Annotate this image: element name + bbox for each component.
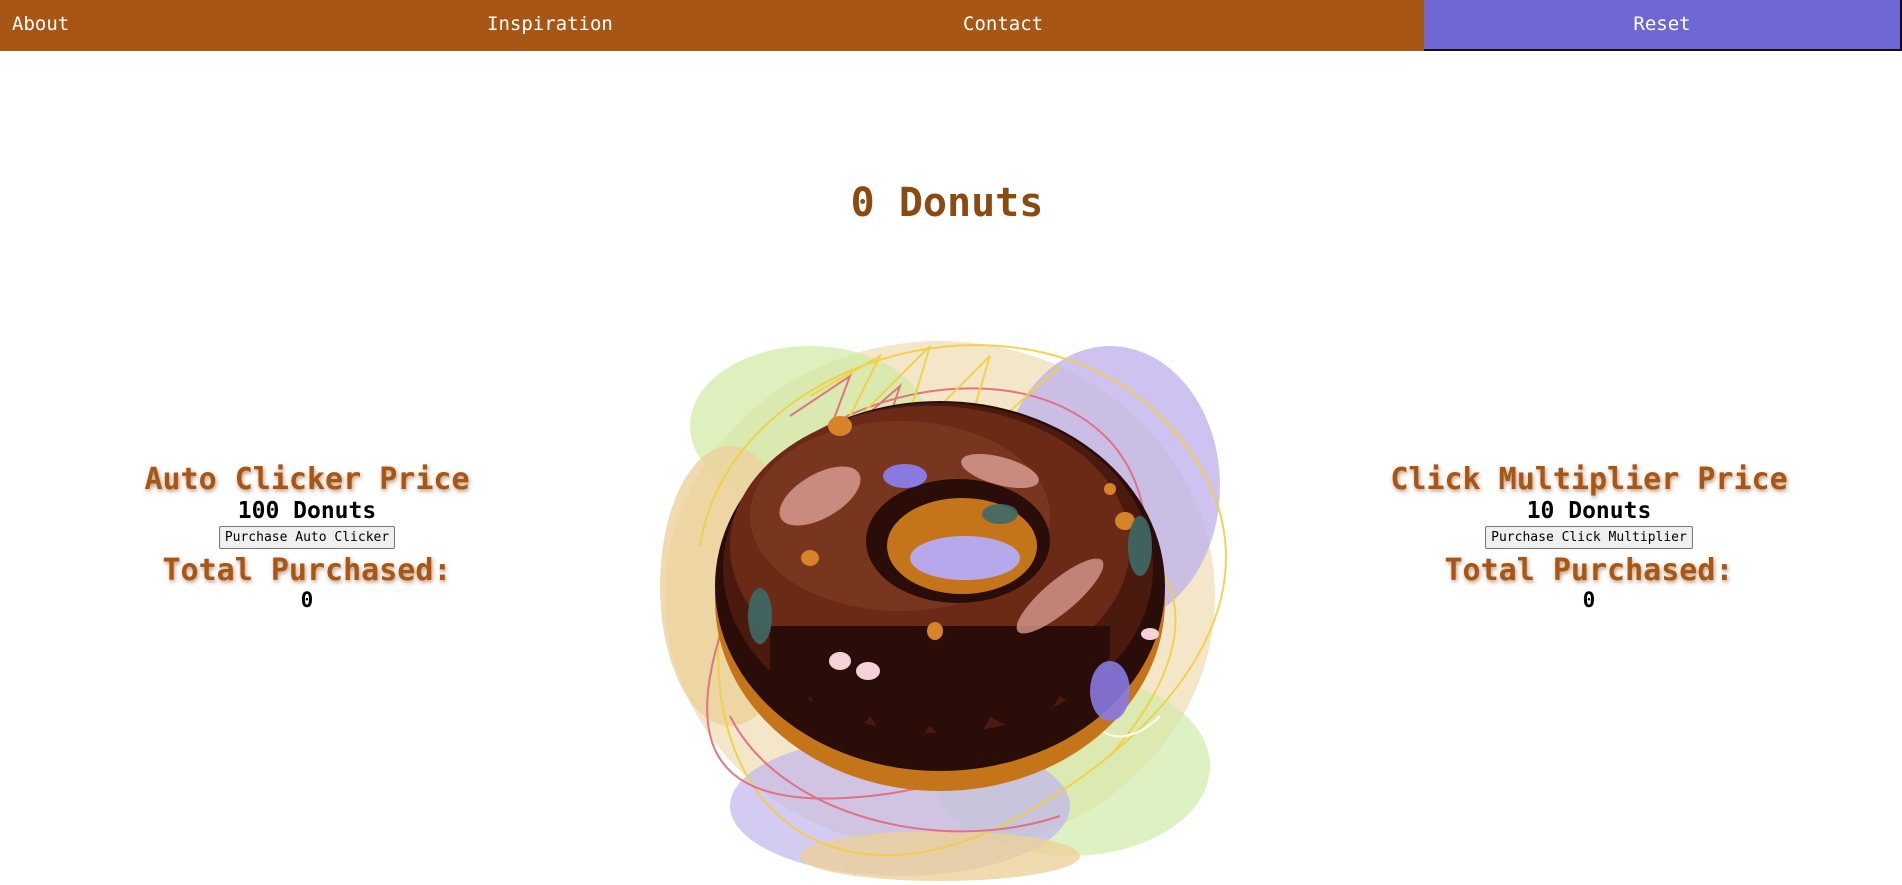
- purchase-click-multiplier-button[interactable]: Purchase Click Multiplier: [1485, 526, 1693, 549]
- nav-link-inspiration[interactable]: Inspiration: [487, 0, 613, 49]
- donut-count: 0 Donuts: [850, 180, 1044, 226]
- donut-image: [660, 341, 1227, 881]
- auto-clicker-price-title: Auto Clicker Price: [144, 462, 470, 497]
- click-multiplier-panel: Click Multiplier Price 10 Donuts Purchas…: [1379, 462, 1799, 611]
- auto-clicker-total-label: Total Purchased:: [162, 553, 452, 588]
- nav-bar: About Inspiration Contact Reset: [0, 0, 1902, 51]
- purchase-auto-clicker-button[interactable]: Purchase Auto Clicker: [218, 526, 396, 549]
- auto-clicker-price: 100 Donuts: [237, 498, 377, 524]
- click-multiplier-price-title: Click Multiplier Price: [1390, 462, 1788, 497]
- nav-link-about[interactable]: About: [12, 0, 69, 49]
- click-multiplier-total: 0: [1582, 588, 1596, 612]
- donut-click-target[interactable]: [640, 296, 1240, 881]
- click-multiplier-total-label: Total Purchased:: [1444, 553, 1734, 588]
- reset-button[interactable]: Reset: [1424, 0, 1902, 51]
- auto-clicker-total: 0: [300, 588, 314, 612]
- click-multiplier-price: 10 Donuts: [1526, 498, 1652, 524]
- nav-link-contact[interactable]: Contact: [963, 0, 1043, 49]
- auto-clicker-panel: Auto Clicker Price 100 Donuts Purchase A…: [97, 462, 517, 611]
